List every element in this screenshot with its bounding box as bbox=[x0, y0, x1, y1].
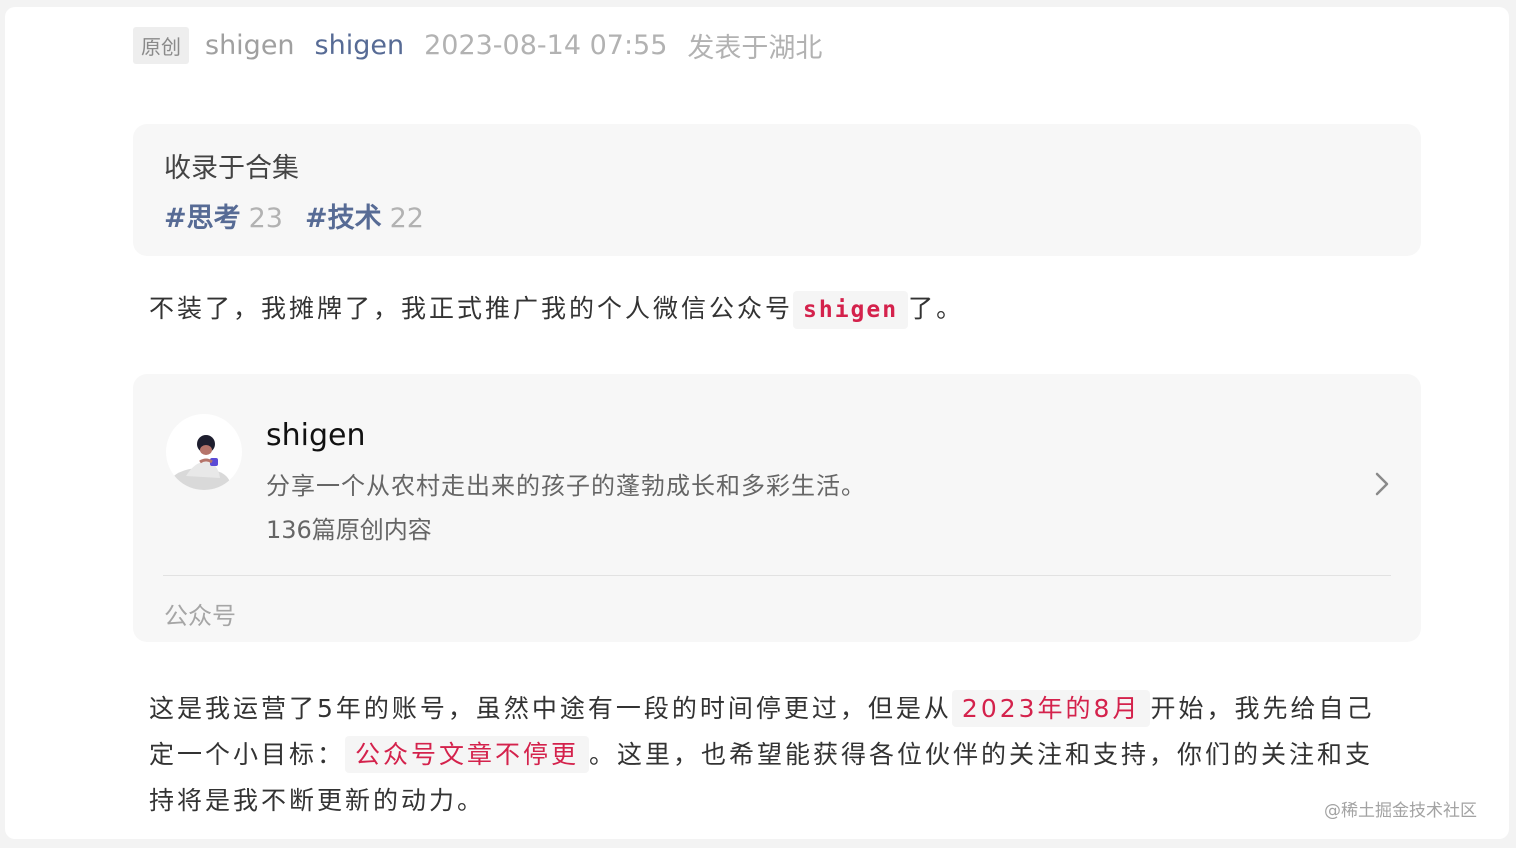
original-badge: 原创 bbox=[133, 26, 189, 64]
tag-tech-count: 22 bbox=[389, 203, 424, 234]
card-divider bbox=[163, 575, 1391, 576]
card-footer-label: 公众号 bbox=[164, 602, 236, 630]
card-account-name: shigen bbox=[266, 418, 366, 453]
account-name-link[interactable]: shigen bbox=[315, 30, 405, 61]
tag-thinking[interactable]: #思考 bbox=[164, 203, 241, 234]
tag-tech[interactable]: #技术 bbox=[305, 203, 382, 234]
article-frame: 原创 shigen shigen 2023-08-14 07:55 发表于湖北 … bbox=[5, 7, 1509, 839]
avatar bbox=[166, 414, 242, 490]
card-description: 分享一个从农村走出来的孩子的蓬勃成长和多彩生活。 bbox=[266, 472, 866, 500]
card-article-count: 136篇原创内容 bbox=[266, 516, 432, 544]
publish-location: 发表于湖北 bbox=[687, 32, 823, 64]
watermark: @稀土掘金技术社区 bbox=[1324, 801, 1477, 821]
highlight-date: 2023年的8月 bbox=[951, 690, 1151, 727]
person-with-cup-avatar-icon bbox=[170, 435, 230, 490]
intro-paragraph: 不装了，我摊牌了，我正式推广我的个人微信公众号 shigen 了。 bbox=[149, 286, 1399, 333]
highlight-goal: 公众号文章不停更 bbox=[345, 736, 590, 773]
article-meta: 原创 shigen shigen 2023-08-14 07:55 发表于湖北 bbox=[133, 25, 822, 65]
collection-title: 收录于合集 bbox=[164, 153, 299, 184]
intro-text: 不装了，我摊牌了，我正式推广我的个人微信公众号 bbox=[149, 294, 794, 323]
chevron-right-icon[interactable] bbox=[1371, 464, 1395, 504]
intro-text-end: 了。 bbox=[908, 294, 965, 323]
account-code-span: shigen bbox=[793, 291, 909, 329]
body-text-1: 这是我运营了5年的账号，虽然中途有一段的时间停更过，但是从 bbox=[149, 694, 952, 723]
author-name: shigen bbox=[205, 29, 295, 61]
publish-date: 2023-08-14 07:55 bbox=[424, 29, 668, 61]
collection-tags: #思考 23 #技术 22 bbox=[164, 196, 446, 235]
account-card[interactable]: shigen 分享一个从农村走出来的孩子的蓬勃成长和多彩生活。 136篇原创内容… bbox=[133, 374, 1421, 642]
tag-thinking-count: 23 bbox=[248, 203, 283, 234]
body-paragraph: 这是我运营了5年的账号，虽然中途有一段的时间停更过，但是从 2023年的8月 开始，… bbox=[149, 686, 1399, 824]
collection-box: 收录于合集 #思考 23 #技术 22 bbox=[133, 124, 1421, 256]
